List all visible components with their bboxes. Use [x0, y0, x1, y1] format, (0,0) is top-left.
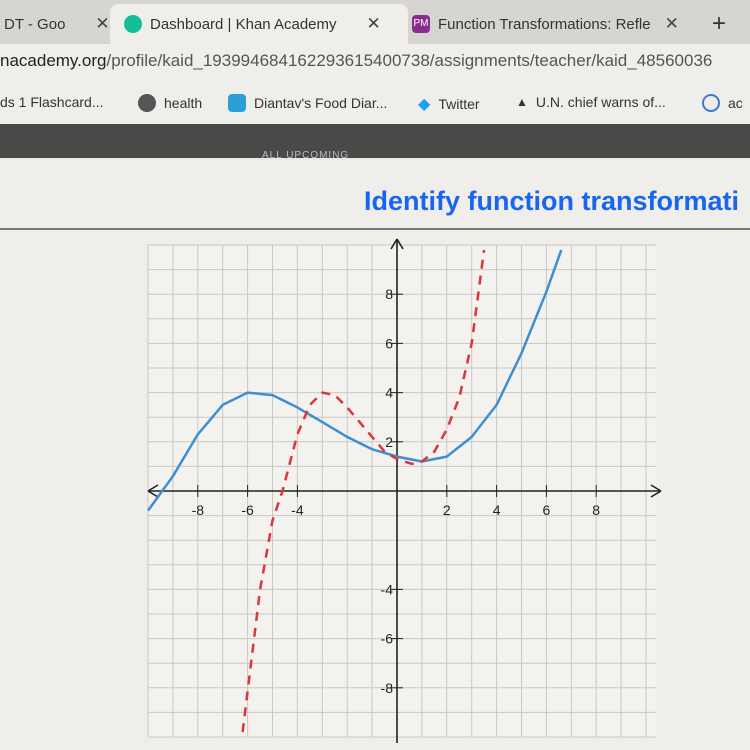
x-tick-label: -8 — [192, 502, 205, 518]
y-tick-label: 6 — [385, 335, 393, 351]
y-tick-label: 2 — [385, 434, 393, 450]
x-tick-label: 8 — [592, 502, 600, 518]
y-tick-label: -4 — [381, 581, 394, 597]
x-tick-label: 2 — [443, 502, 451, 518]
y-tick-label: -8 — [381, 680, 394, 696]
y-tick-label: 4 — [385, 385, 393, 401]
y-tick-label: -6 — [381, 631, 394, 647]
x-tick-label: 6 — [543, 502, 551, 518]
x-tick-label: -6 — [241, 502, 254, 518]
function-graph: -8 -6 -4 2 4 6 8 8 6 4 2 -4 -6 -8 — [146, 238, 662, 743]
x-tick-label: 4 — [493, 502, 501, 518]
x-tick-label: -4 — [291, 502, 304, 518]
y-tick-label: 8 — [385, 286, 393, 302]
